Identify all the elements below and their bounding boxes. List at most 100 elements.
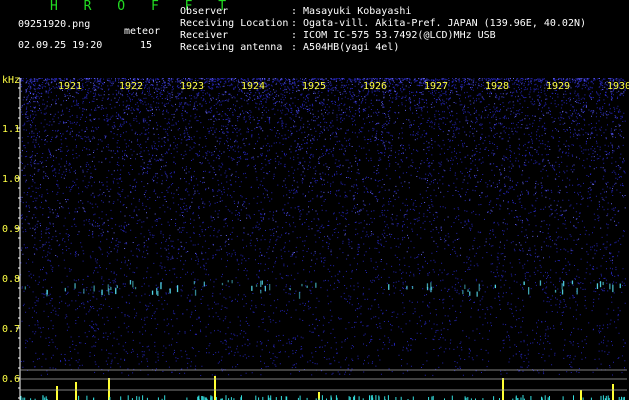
echo-spike bbox=[75, 382, 77, 400]
meteor-echo bbox=[151, 290, 154, 295]
x-tick-label: 1928 bbox=[485, 81, 509, 92]
baseline-spike bbox=[20, 396, 22, 400]
y-tick-label: 1.0 bbox=[2, 174, 20, 185]
baseline-spike bbox=[138, 396, 140, 400]
meteor-echo bbox=[462, 290, 464, 295]
echo-spike bbox=[56, 386, 58, 400]
meteor-echo bbox=[264, 285, 266, 292]
meteor-echo bbox=[129, 280, 132, 285]
meteor-echo bbox=[110, 286, 112, 290]
y-axis-unit: kHz bbox=[2, 75, 20, 86]
meteor-echo bbox=[609, 283, 611, 290]
baseline-spike bbox=[358, 396, 360, 400]
x-tick-label: 1923 bbox=[180, 81, 204, 92]
meteor-echo bbox=[523, 281, 525, 285]
meteor-echo bbox=[93, 285, 95, 292]
baseline-spike bbox=[451, 395, 453, 400]
x-tick-label: 1930 bbox=[607, 81, 629, 92]
meteor-echo bbox=[430, 287, 432, 293]
x-tick-label: 1921 bbox=[58, 81, 82, 92]
meteor-echo bbox=[115, 288, 117, 295]
y-tick-label: 0.7 bbox=[2, 324, 20, 335]
meteor-echo bbox=[478, 283, 480, 292]
meteor-echo bbox=[306, 285, 308, 288]
meteor-echo bbox=[132, 280, 134, 288]
meteor-echo bbox=[83, 289, 85, 294]
y-tick-label: 0.6 bbox=[2, 374, 20, 385]
echo-spike bbox=[612, 384, 614, 400]
baseline-spike bbox=[280, 396, 282, 400]
meteor-echo bbox=[464, 284, 466, 289]
meteor-echo bbox=[64, 287, 66, 292]
baseline-spike bbox=[136, 396, 138, 400]
baseline-spike bbox=[431, 396, 433, 400]
x-tick-label: 1922 bbox=[119, 81, 143, 92]
baseline-spike bbox=[371, 395, 373, 400]
baseline-spike bbox=[120, 396, 122, 400]
baseline-spike bbox=[45, 396, 47, 400]
baseline-spike bbox=[203, 396, 205, 400]
meteor-echo bbox=[494, 284, 496, 289]
axis-frame bbox=[16, 77, 627, 400]
y-tick-label: 1.1 bbox=[2, 124, 20, 135]
baseline-spike bbox=[321, 395, 323, 400]
meteor-echo bbox=[251, 285, 253, 291]
x-tick-label: 1925 bbox=[302, 81, 326, 92]
baseline-spike bbox=[201, 396, 203, 400]
meteor-echo bbox=[596, 283, 599, 289]
meteor-echo bbox=[203, 281, 205, 287]
meteor-echo bbox=[599, 281, 602, 288]
echo-spike bbox=[502, 378, 504, 400]
y-tick-label: 0.9 bbox=[2, 224, 20, 235]
meteor-echo bbox=[221, 282, 224, 286]
meteor-echo bbox=[602, 281, 604, 286]
meteor-echo bbox=[107, 284, 109, 292]
meteor-echo bbox=[231, 280, 233, 284]
baseline-spike bbox=[493, 396, 495, 400]
noise-field bbox=[20, 78, 626, 376]
baseline-spike bbox=[164, 395, 166, 400]
x-tick-label: 1929 bbox=[546, 81, 570, 92]
meteor-echo bbox=[261, 280, 263, 285]
baseline-spike bbox=[602, 395, 604, 400]
baseline-spike bbox=[354, 395, 356, 400]
baseline-spike bbox=[225, 395, 227, 400]
meteor-echo bbox=[157, 290, 159, 296]
y-axis-labels: 1.1 1.0 0.9 0.8 0.7 0.6 bbox=[2, 124, 20, 385]
noise-dots bbox=[20, 78, 626, 376]
meteor-echo bbox=[467, 289, 469, 292]
baseline-spike bbox=[432, 395, 434, 400]
baseline-spike bbox=[286, 396, 288, 400]
meteor-echo bbox=[134, 286, 137, 290]
baseline-spike bbox=[335, 395, 337, 400]
meteor-echo bbox=[194, 289, 197, 296]
meteor-echo bbox=[255, 284, 258, 287]
meteor-echo bbox=[269, 284, 271, 291]
baseline-spike bbox=[142, 395, 144, 400]
baseline-spike bbox=[255, 395, 257, 400]
meteor-echo bbox=[469, 291, 471, 296]
baseline-spike bbox=[522, 395, 524, 400]
baseline-spike bbox=[369, 395, 370, 400]
baseline-spike bbox=[412, 396, 414, 400]
meteor-echo bbox=[160, 282, 162, 290]
meteor-echo bbox=[612, 284, 614, 293]
echo-spike bbox=[580, 390, 582, 400]
meteor-echo bbox=[406, 285, 408, 290]
echo-count-spikes bbox=[20, 376, 625, 400]
baseline-spike bbox=[375, 395, 377, 400]
x-tick-label: 1924 bbox=[241, 81, 265, 92]
meteor-echo bbox=[301, 283, 303, 287]
meteor-echo bbox=[116, 285, 118, 289]
meteor-echo bbox=[24, 286, 26, 290]
baseline-spike bbox=[549, 396, 550, 400]
baseline-spike bbox=[562, 396, 564, 400]
baseline-spike bbox=[530, 396, 532, 400]
baseline-spike bbox=[370, 395, 372, 400]
baseline-spike bbox=[387, 395, 389, 400]
baseline-spike bbox=[211, 396, 213, 400]
meteor-echo bbox=[289, 288, 291, 291]
baseline-spike bbox=[86, 395, 88, 400]
meteor-echo bbox=[528, 287, 530, 295]
echo-spike bbox=[108, 378, 110, 400]
